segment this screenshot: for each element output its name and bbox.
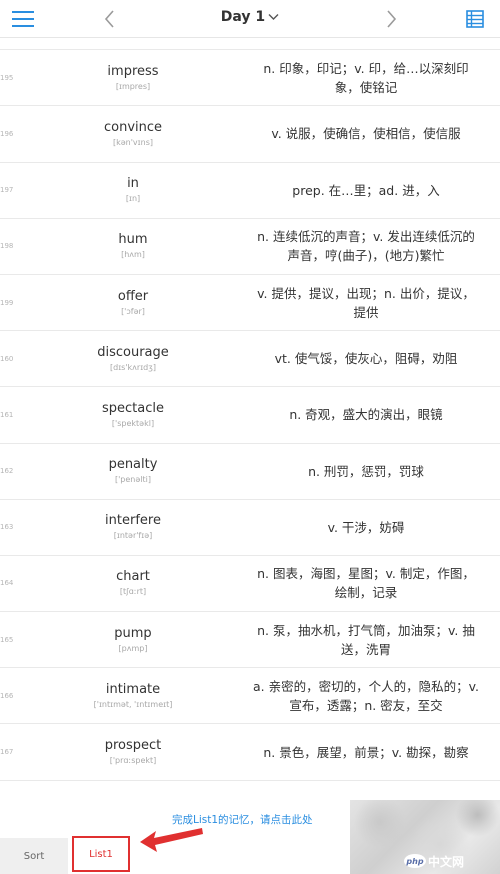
hamburger-menu-icon[interactable] <box>12 11 34 27</box>
word-row[interactable]: 160 discourage [dɪs'kʌrɪdʒ] vt. 使气馁，使灰心，阻碍，… <box>0 331 500 388</box>
word-index: 198 <box>0 242 14 251</box>
word-text: spectacle <box>102 400 164 416</box>
word-column: intimate ['ɪntɪmət, 'ɪntɪmeɪt] <box>66 668 200 723</box>
word-row[interactable]: 166 intimate ['ɪntɪmət, 'ɪntɪmeɪt] a. 亲密的，密… <box>0 668 500 725</box>
logo-text: 中文网 <box>428 854 465 869</box>
phonetic-text: ['ɔfər] <box>121 306 145 316</box>
phonetic-text: ['ɪntɪmət, 'ɪntɪmeɪt] <box>93 699 173 709</box>
word-row[interactable]: 197 in [ɪn] prep. 在…里；ad. 进，入 <box>0 163 500 219</box>
word-row[interactable]: 195 impress [ɪmpres] n. 印象，印记；v. 印，给…以深刻印象，… <box>0 50 500 107</box>
word-row[interactable]: 165 pump [pʌmp] n. 泵，抽水机，打气筒，加油泵；v. 抽送，洗胃 <box>0 612 500 669</box>
word-row[interactable]: 199 offer ['ɔfər] v. 提供，提议，出现；n. 出价，提议，提供 <box>0 275 500 332</box>
definition-text: n. 景色，展望，前景；v. 勘探，勘察 <box>263 744 469 760</box>
list-view-icon[interactable] <box>466 10 484 28</box>
top-bar: Day 1 <box>0 0 500 38</box>
word-column: prospect ['prɑːspekt] <box>66 724 200 779</box>
day-selector[interactable]: Day 1 <box>221 9 279 25</box>
definition-text: n. 刑罚，惩罚，罚球 <box>308 463 424 479</box>
word-index: 165 <box>0 635 14 644</box>
phonetic-text: ['prɑːspekt] <box>109 756 157 766</box>
definition-text: prep. 在…里；ad. 进，入 <box>292 182 440 198</box>
word-column: hum [hʌm] <box>66 219 200 274</box>
phonetic-text: [kən'vɪns] <box>112 137 153 147</box>
word-row[interactable]: 167 prospect ['prɑːspekt] n. 景色，展望，前景；v. 勘探… <box>0 724 500 781</box>
definition-text: v. 提供，提议，出现；n. 出价，提议，提供 <box>257 285 475 320</box>
word-row[interactable]: 196 convince [kən'vɪns] v. 说服，使确信，使相信，使信服 <box>0 106 500 163</box>
next-day-button[interactable] <box>381 8 401 30</box>
word-row[interactable]: 163 interfere [ɪntər'fɪə] v. 干涉，妨碍 <box>0 500 500 556</box>
word-text: interfere <box>105 513 161 529</box>
word-column: offer ['ɔfər] <box>66 275 200 330</box>
word-column: interfere [ɪntər'fɪə] <box>66 500 200 555</box>
chevron-left-icon <box>104 10 114 28</box>
php-logo: php <box>404 854 426 868</box>
definition-text: a. 亲密的，密切的，个人的，隐私的；v. 宣布，透露；n. 密友，至交 <box>252 678 479 713</box>
definition-text: v. 干涉，妨碍 <box>327 519 405 535</box>
word-index: 195 <box>0 73 14 82</box>
watermark-logo: php 中文网 <box>404 852 464 870</box>
phonetic-text: [pʌmp] <box>118 643 148 653</box>
word-column: in [ɪn] <box>66 163 200 218</box>
word-text: impress <box>107 63 159 79</box>
word-row[interactable]: 162 penalty ['penəlti] n. 刑罚，惩罚，罚球 <box>0 444 500 500</box>
definition-text: n. 图表，海图，星图；v. 制定，作图，绘制，记录 <box>257 566 475 601</box>
definition-text: n. 泵，抽水机，打气筒，加油泵；v. 抽送，洗胃 <box>257 622 475 657</box>
word-index: 197 <box>0 186 14 195</box>
chevron-right-icon <box>387 10 397 28</box>
previous-day-button[interactable] <box>100 8 120 30</box>
word-column: convince [kən'vɪns] <box>66 106 200 161</box>
definition-text: n. 连续低沉的声音；v. 发出连续低沉的声音，哼(曲子)，(地方)繁忙 <box>257 229 475 264</box>
red-arrow-annotation <box>140 828 203 852</box>
word-index: 164 <box>0 579 14 588</box>
word-index: 167 <box>0 748 14 757</box>
phonetic-text: [ɪn] <box>125 194 141 204</box>
word-row[interactable]: 161 spectacle ['spektəkl] n. 奇观，盛大的演出，眼镜 <box>0 387 500 444</box>
word-text: chart <box>116 569 150 585</box>
definition-text: n. 印象，印记；v. 印，给…以深刻印象，使铭记 <box>263 60 469 95</box>
word-column: spectacle ['spektəkl] <box>66 387 200 442</box>
word-text: prospect <box>104 738 162 754</box>
title-container: Day 1 <box>0 9 500 25</box>
word-text: hum <box>118 232 148 248</box>
phonetic-text: ['penəlti] <box>114 475 151 485</box>
word-text: convince <box>103 119 163 135</box>
definition-text: v. 说服，使确信，使相信，使信服 <box>271 126 461 142</box>
word-index: 166 <box>0 691 14 700</box>
phonetic-text: [hʌm] <box>121 250 145 260</box>
chevron-down-icon <box>268 14 279 20</box>
definition-text: vt. 使气馁，使灰心，阻碍，劝阻 <box>274 351 458 367</box>
phonetic-text: ['spektəkl] <box>111 418 155 428</box>
word-index: 161 <box>0 410 14 419</box>
phonetic-text: [ɪntər'fɪə] <box>113 531 153 541</box>
phonetic-text: [dɪs'kʌrɪdʒ] <box>110 362 156 372</box>
word-index: 196 <box>0 129 14 138</box>
word-index: 163 <box>0 523 14 532</box>
word-column: penalty ['penəlti] <box>66 444 200 499</box>
word-column: impress [ɪmpres] <box>66 50 200 105</box>
word-index: 199 <box>0 298 14 307</box>
list1-tab[interactable]: List1 <box>72 836 130 872</box>
word-text: pump <box>114 625 152 641</box>
sort-tab[interactable]: Sort <box>0 838 68 874</box>
word-row[interactable]: 198 hum [hʌm] n. 连续低沉的声音；v. 发出连续低沉的声音，哼(曲子)… <box>0 219 500 275</box>
word-list: 194[ɪ'ɪlvet]v. 提高，提拔，举起，抬起195impress[ɪmp… <box>0 0 500 781</box>
word-column: discourage [dɪs'kʌrɪdʒ] <box>66 331 200 386</box>
word-text: discourage <box>97 344 169 360</box>
word-column: pump [pʌmp] <box>66 612 200 667</box>
word-text: in <box>127 176 139 192</box>
word-index: 162 <box>0 467 14 476</box>
phonetic-text: [tʃɑːrt] <box>119 587 147 597</box>
word-row[interactable]: 164 chart [tʃɑːrt] n. 图表，海图，星图；v. 制定，作图，绘制，… <box>0 556 500 613</box>
word-column: chart [tʃɑːrt] <box>66 556 200 611</box>
phonetic-text: [ɪmpres] <box>115 81 151 91</box>
word-text: intimate <box>105 681 161 697</box>
word-text: offer <box>117 288 149 304</box>
word-text: penalty <box>108 457 158 473</box>
definition-text: n. 奇观，盛大的演出，眼镜 <box>289 407 443 423</box>
page-title: Day 1 <box>220 9 266 25</box>
word-index: 160 <box>0 354 14 363</box>
